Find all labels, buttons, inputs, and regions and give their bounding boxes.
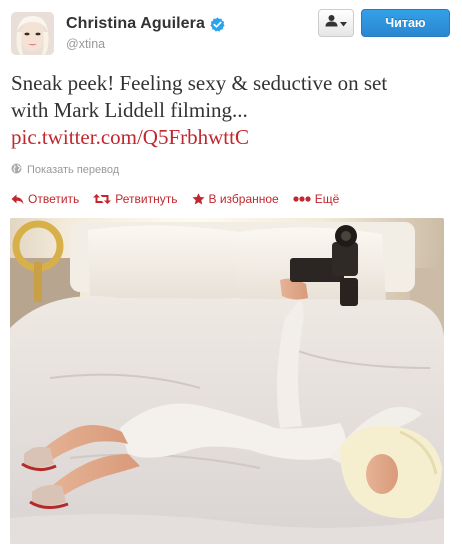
avatar[interactable] — [11, 12, 54, 55]
tweet-text: Sneak peek! Feeling sexy & seductive on … — [11, 70, 451, 151]
verified-icon — [210, 17, 225, 32]
more-dots-icon — [293, 196, 311, 202]
show-translation-label: Показать перевод — [27, 164, 120, 176]
globe-icon — [11, 163, 22, 177]
more-label: Ещё — [314, 192, 340, 206]
tweet-text-line-2: with Mark Liddell filming... — [11, 98, 248, 122]
show-translation-link[interactable]: Показать перевод — [11, 163, 119, 177]
retweet-icon — [93, 193, 112, 205]
tweet-actions: Ответить Ретвитнуть В избранное Ещё — [11, 190, 353, 208]
tweet-card: Christina Aguilera @xtina Читаю Sneak pe… — [0, 0, 462, 547]
tweet-media-link[interactable]: pic.twitter.com/Q5FrbhwttC — [11, 124, 451, 151]
user-actions-dropdown[interactable] — [318, 9, 354, 37]
retweet-action[interactable]: Ретвитнуть — [93, 192, 178, 206]
retweet-label: Ретвитнуть — [115, 192, 178, 206]
user-full-name[interactable]: Christina Aguilera — [66, 15, 205, 33]
reply-label: Ответить — [28, 192, 80, 206]
following-button[interactable]: Читаю — [361, 9, 450, 37]
caret-down-icon — [340, 14, 347, 32]
user-icon — [325, 14, 338, 32]
name-row: Christina Aguilera — [66, 14, 225, 34]
favorite-action[interactable]: В избранное — [192, 192, 279, 206]
user-handle[interactable]: @xtina — [66, 37, 105, 51]
more-action[interactable]: Ещё — [293, 192, 340, 206]
reply-icon — [11, 194, 24, 205]
favorite-label: В избранное — [208, 192, 279, 206]
tweet-photo[interactable] — [10, 218, 444, 544]
reply-action[interactable]: Ответить — [11, 192, 79, 206]
star-icon — [192, 193, 205, 205]
tweet-text-line-1: Sneak peek! Feeling sexy & seductive on … — [11, 71, 388, 95]
